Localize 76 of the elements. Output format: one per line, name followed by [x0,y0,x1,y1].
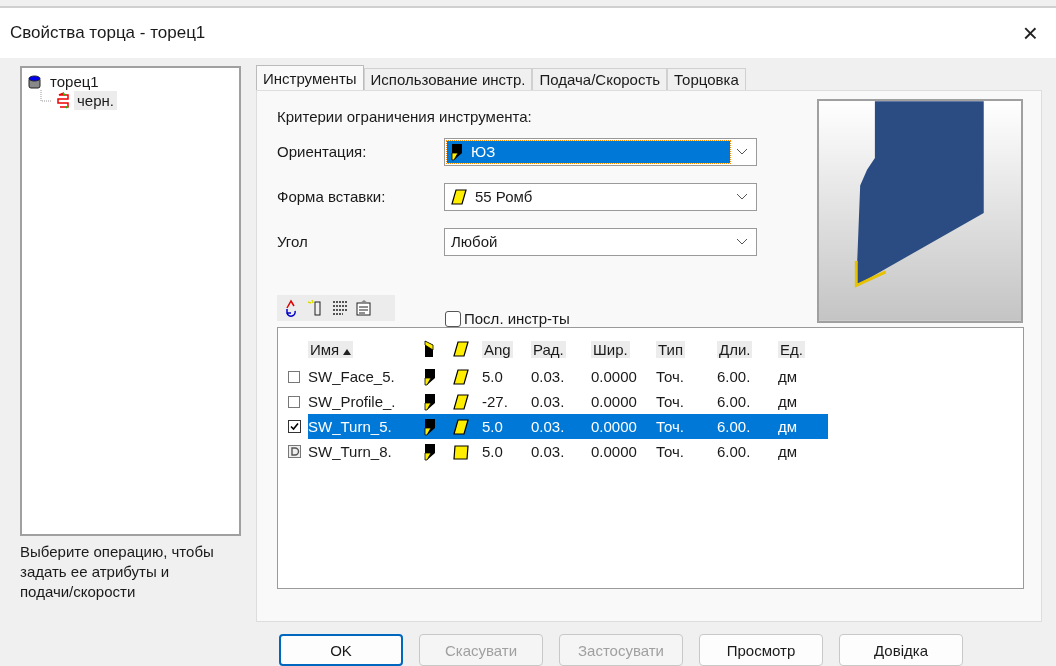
dialog-button[interactable]: OK [279,634,403,666]
column-header[interactable]: Ед. [778,340,805,358]
table-cell-text: 0.0000 [591,442,638,462]
tree-connector [40,89,52,102]
column-header[interactable]: Рад. [531,340,566,358]
tab[interactable]: Использование инстр. [363,68,533,90]
tool-holder-icon [424,417,436,436]
insert-rhombus-icon [453,393,469,410]
table-cell[interactable]: SW_Turn_5. [308,414,424,439]
dialog-button[interactable]: Довідка [839,634,963,666]
properties-icon[interactable] [355,299,373,317]
table-cell[interactable]: SW_Face_5. [308,364,424,389]
checkbox[interactable] [288,370,300,383]
close-button[interactable]: × [1016,17,1044,49]
dropdown[interactable]: ЮЗ [444,137,757,166]
tool-holder-icon[interactable] [424,340,436,358]
chevron-down-icon [736,192,748,201]
table-cell-text: дм [778,392,799,412]
table-cell: дм [778,414,828,439]
table-cell-text: дм [778,367,799,387]
table-cell-text: 6.00. [717,392,752,412]
column-header[interactable]: Дли. [717,340,753,358]
tool-list-icon[interactable] [331,299,349,317]
cylinder-icon [28,74,41,89]
last-tools-checkbox[interactable]: Посл. инстр-ты [445,310,570,327]
insert-rhombus-icon [453,368,469,385]
tool-holder-icon [451,142,463,161]
checkbox[interactable] [288,420,301,433]
table-cell-text: 0.03. [531,442,566,462]
table-cell-text: 5.0 [482,367,504,387]
tool-holder-icon [424,392,436,411]
table-cell: 5.0 [482,414,531,439]
table-cell: 0.03. [531,414,591,439]
table-cell-text: 0.0000 [591,367,638,387]
table-cell-text: 0.03. [531,392,566,412]
dialog-button[interactable]: Просмотр [699,634,823,666]
table-cell[interactable]: SW_Profile_. [308,389,424,414]
field-label: Угол [277,233,309,250]
table-cell-text: 0.03. [531,367,566,387]
checkbox[interactable] [288,395,300,408]
tree-item[interactable]: черн. [74,91,117,110]
field-label: Ориентация: [277,143,368,160]
tab[interactable]: Подача/Скорость [532,68,668,90]
insert-rhombus-icon [453,341,469,357]
table-cell-text: Точ. [656,392,685,412]
chevron-down-icon [736,147,748,156]
column-header[interactable]: Ang [482,340,513,358]
table-cell: 0.0000 [591,414,656,439]
column-header[interactable]: Шир. [591,340,630,358]
window-title: Свойства торца - торец1 [10,23,206,43]
table-cell: 6.00. [717,414,778,439]
hint-text: Выберите операцию, чтобы задать ее атрибуты и подачи/скорости [20,542,215,602]
insert-rhombus-icon [451,188,467,205]
table-cell-text: Точ. [656,367,685,387]
table-cell-text: 6.00. [717,442,752,462]
tab[interactable]: Торцовка [667,68,746,90]
column-header[interactable]: Имя [308,340,354,358]
table-cell-text: 5.0 [482,442,504,462]
column-header[interactable]: Тип [656,340,685,358]
tool-holder-icon [424,442,436,461]
chevron-down-icon [736,237,748,246]
table-cell: Точ. [656,414,717,439]
field-label: Форма вставки: [277,188,387,205]
dropdown[interactable]: Любой [444,227,757,256]
section-label: Критерии ограничения инструмента: [277,106,533,127]
table-cell-text: Точ. [656,442,685,462]
table-cell-text: 0.0000 [591,392,638,412]
dropdown[interactable]: 55 Ромб [444,182,757,211]
zigzag-path-icon [56,91,70,110]
table-cell[interactable]: SW_Turn_8. [308,439,424,464]
table-cell-text: -27. [482,392,509,412]
tree-item[interactable]: торец1 [47,72,102,91]
table-cell-text: дм [778,442,799,462]
tab[interactable]: Инструменты [256,65,364,90]
table-cell-text: 6.00. [717,367,752,387]
tool-holder-icon [424,367,436,386]
